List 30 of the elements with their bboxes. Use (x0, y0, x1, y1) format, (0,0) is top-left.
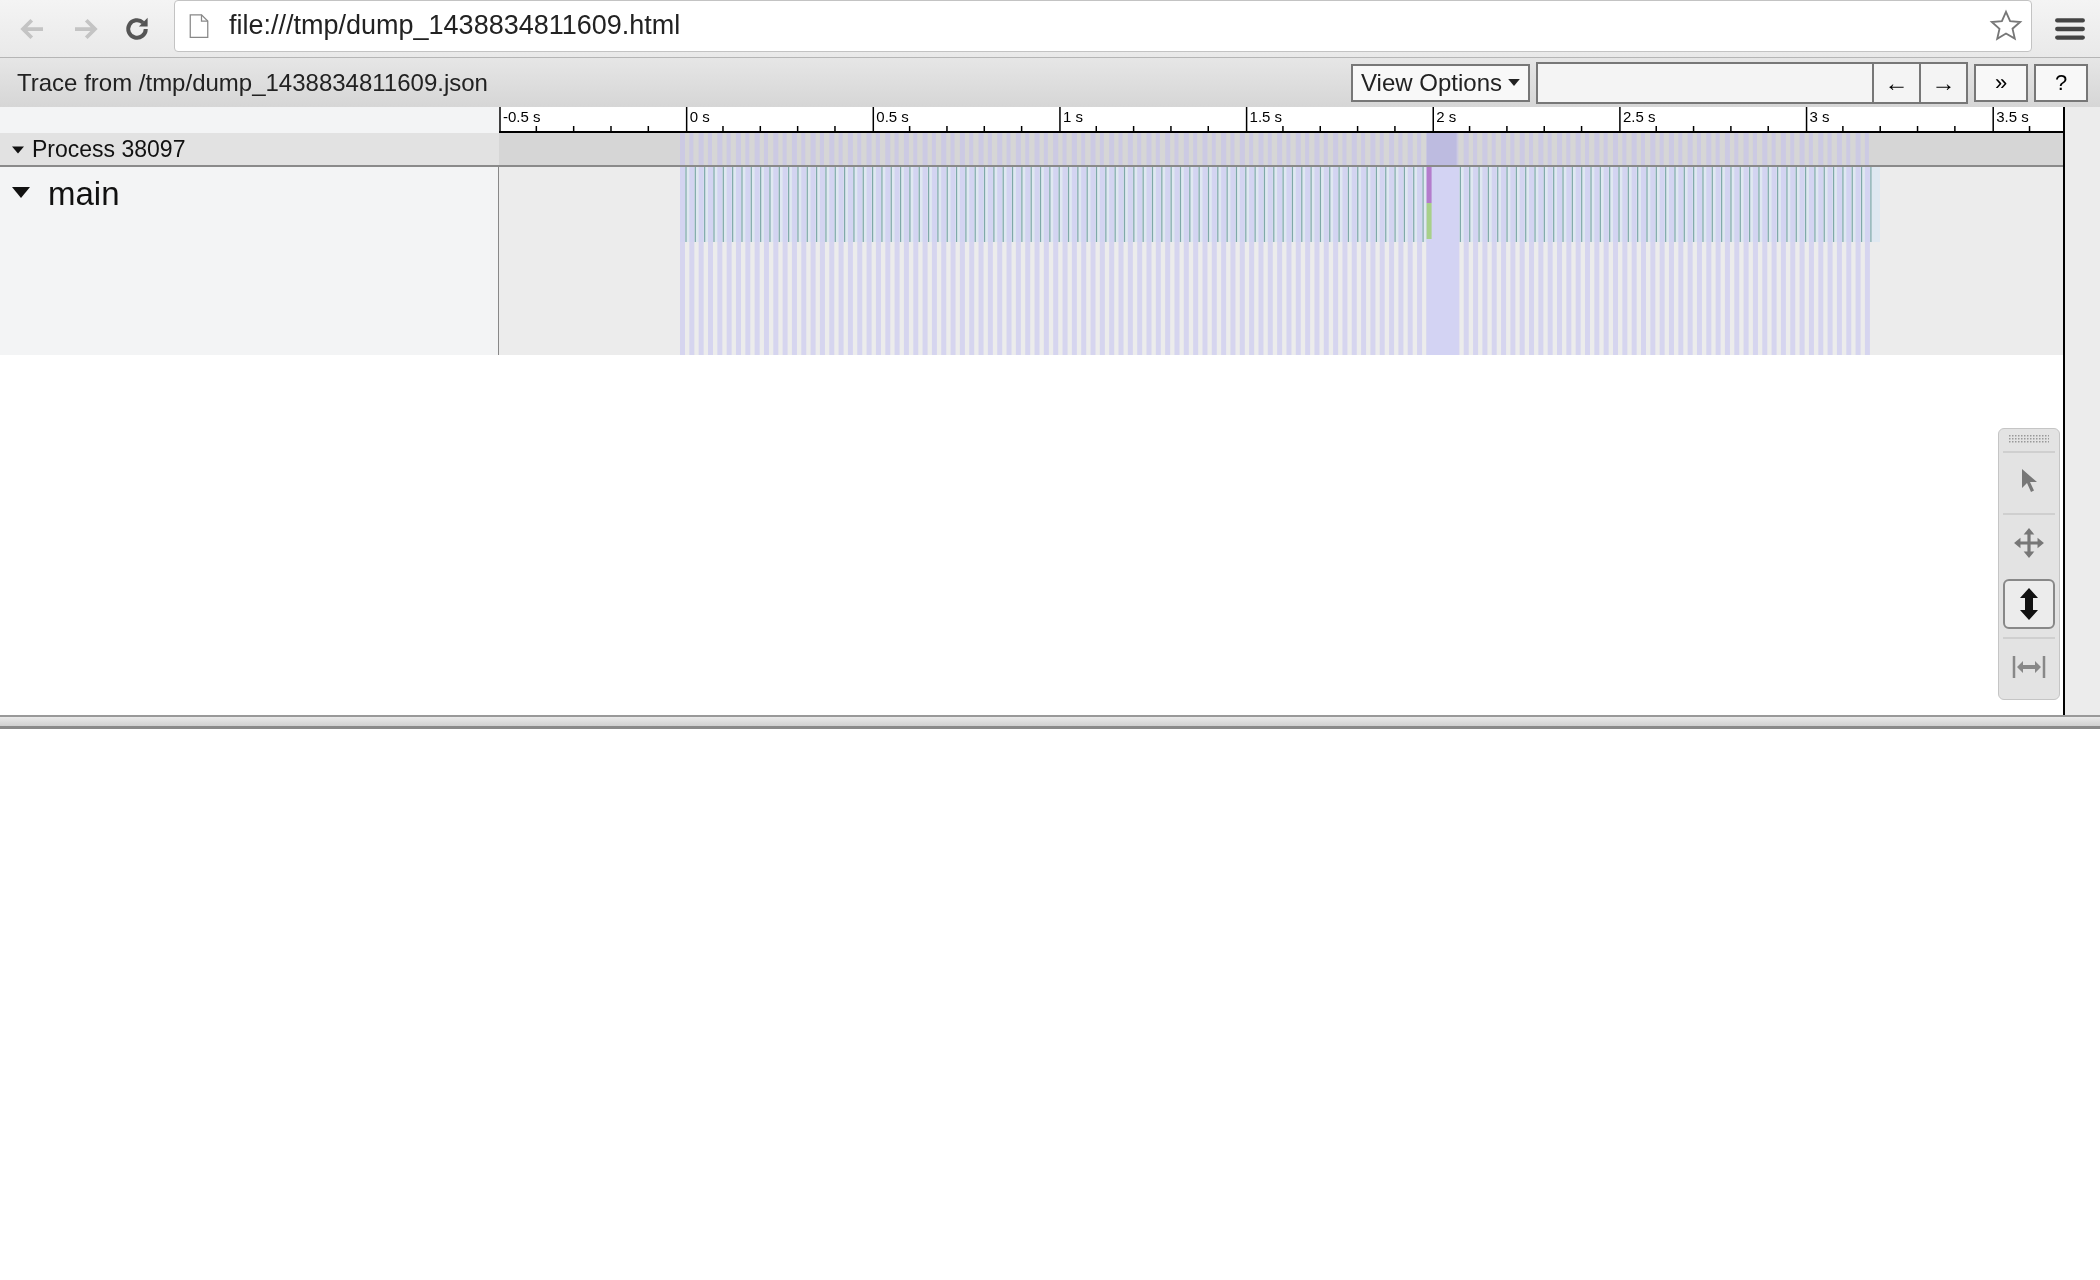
ruler-label: 2 s (1436, 108, 1457, 125)
menu-icon[interactable] (2054, 15, 2086, 42)
zoom-tool-button[interactable] (2003, 579, 2055, 629)
url-text: file:///tmp/dump_1438834811609.html (229, 10, 682, 41)
disclosure-triangle-icon (12, 187, 30, 198)
view-options-dropdown[interactable]: View Options (1351, 63, 1530, 102)
drag-grip-icon[interactable] (2009, 435, 2049, 443)
address-bar[interactable]: file:///tmp/dump_1438834811609.html (174, 0, 2032, 52)
pointer-arrow-icon (2019, 468, 2039, 494)
four-way-arrow-icon (2013, 527, 2045, 559)
ruler-label: 2.5 s (1622, 108, 1656, 125)
horizontal-span-arrow-icon (2012, 655, 2046, 679)
ruler-label: 3.5 s (1996, 108, 2029, 125)
ruler-label: -0.5 s (503, 108, 541, 125)
ruler-label: 1.5 s (1249, 108, 1283, 125)
disclosure-triangle-icon (12, 146, 24, 154)
ruler-label: 0.5 s (876, 108, 909, 125)
ruler-label: 1 s (1062, 108, 1083, 125)
panel-splitter[interactable] (0, 715, 2100, 729)
ruler-label: 3 s (1809, 108, 1830, 125)
trace-title: Trace from /tmp/dump_1438834811609.json (17, 68, 488, 97)
ruler-label: 0 s (689, 108, 710, 125)
star-icon[interactable] (1989, 8, 2023, 43)
help-button[interactable]: ? (2034, 63, 2088, 102)
vertical-double-arrow-icon (2017, 587, 2041, 621)
process-header[interactable]: Process 38097 (0, 133, 499, 165)
caret-icon (1508, 79, 1520, 86)
page-icon (189, 12, 209, 39)
thread-header[interactable]: main (0, 167, 499, 355)
more-button[interactable]: » (1974, 63, 2028, 102)
